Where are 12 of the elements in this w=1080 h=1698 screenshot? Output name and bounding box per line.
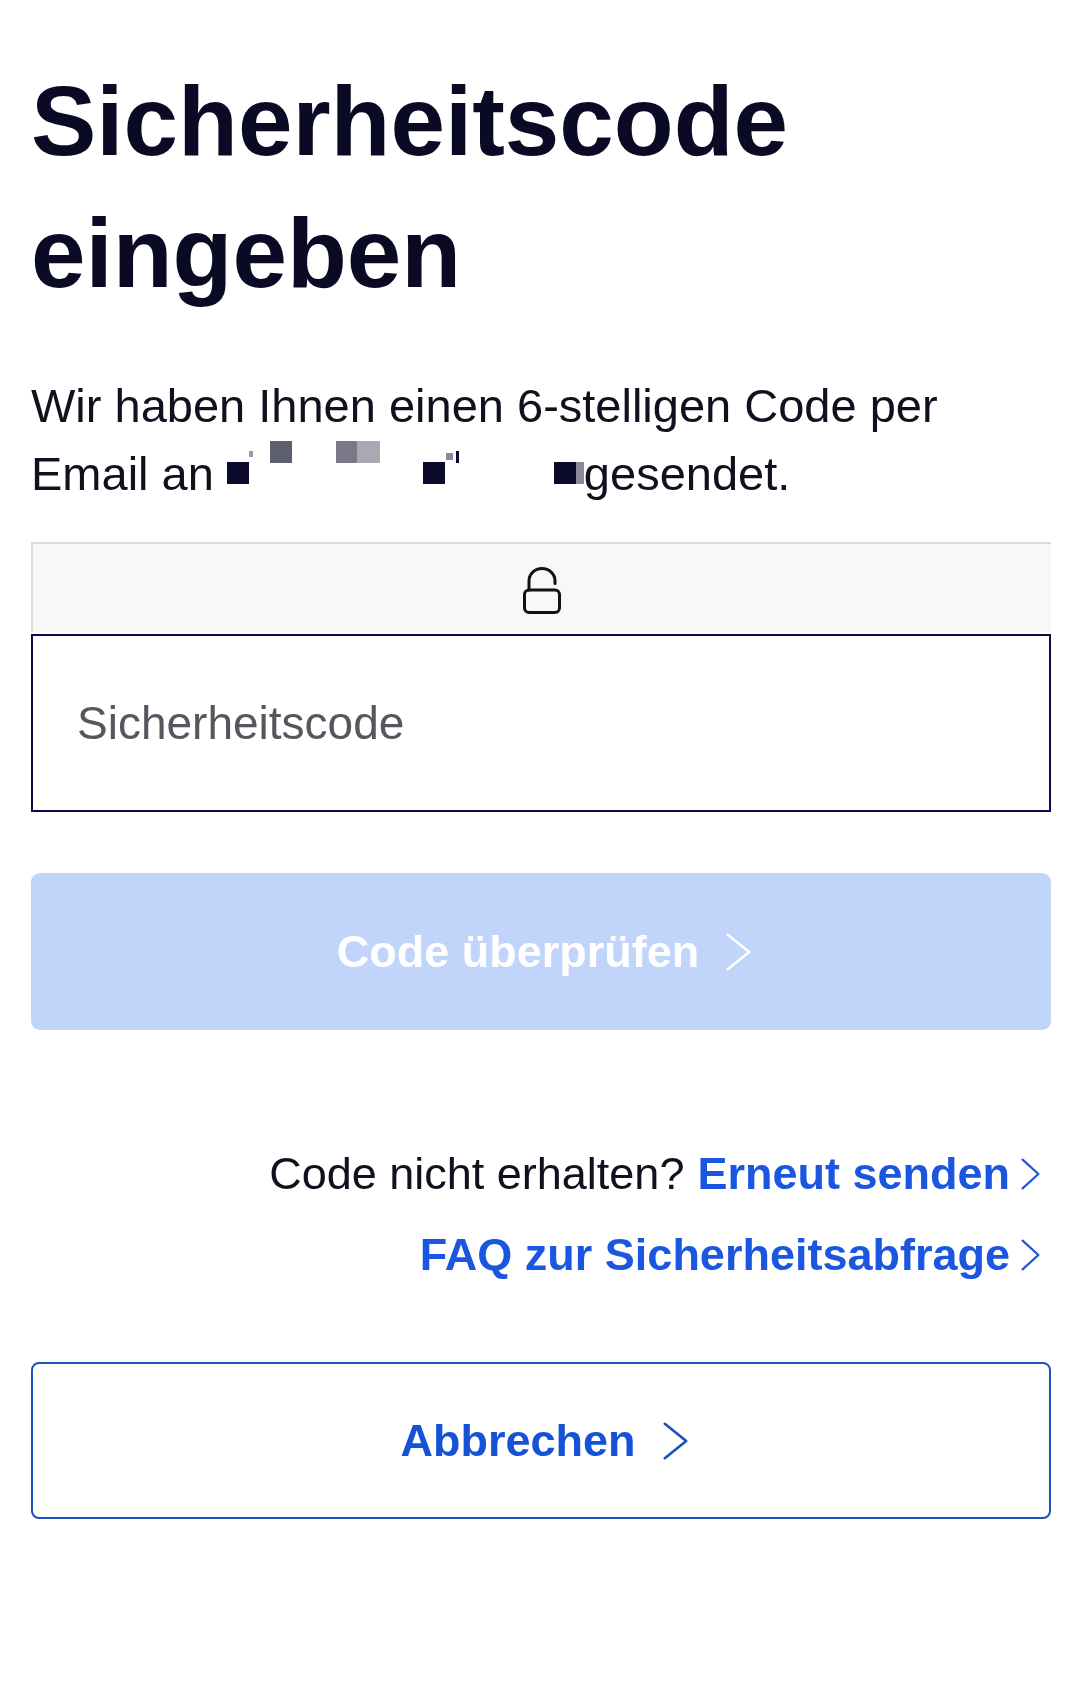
chevron-icon	[726, 932, 752, 971]
code-input[interactable]: Sicherheitscode	[31, 634, 1051, 812]
chevron-icon	[1021, 1158, 1040, 1190]
padlock-icon	[523, 567, 561, 614]
chevron-icon	[1021, 1239, 1040, 1271]
chevron-icon	[662, 1421, 688, 1460]
cancel-button[interactable]: Abbrechen	[31, 1362, 1051, 1519]
resend-prompt-text: Code nicht erhalten?	[269, 1148, 685, 1200]
resend-link[interactable]: Erneut senden	[697, 1148, 1040, 1200]
page-title: Sicherheitscode eingeben	[31, 65, 790, 310]
instruction-text: Wir haben Ihnen einen 6-stelligen Code per Email an gesendet.	[31, 378, 939, 502]
faq-link[interactable]: FAQ zur Sicherheitsabfrage	[419, 1229, 1040, 1281]
